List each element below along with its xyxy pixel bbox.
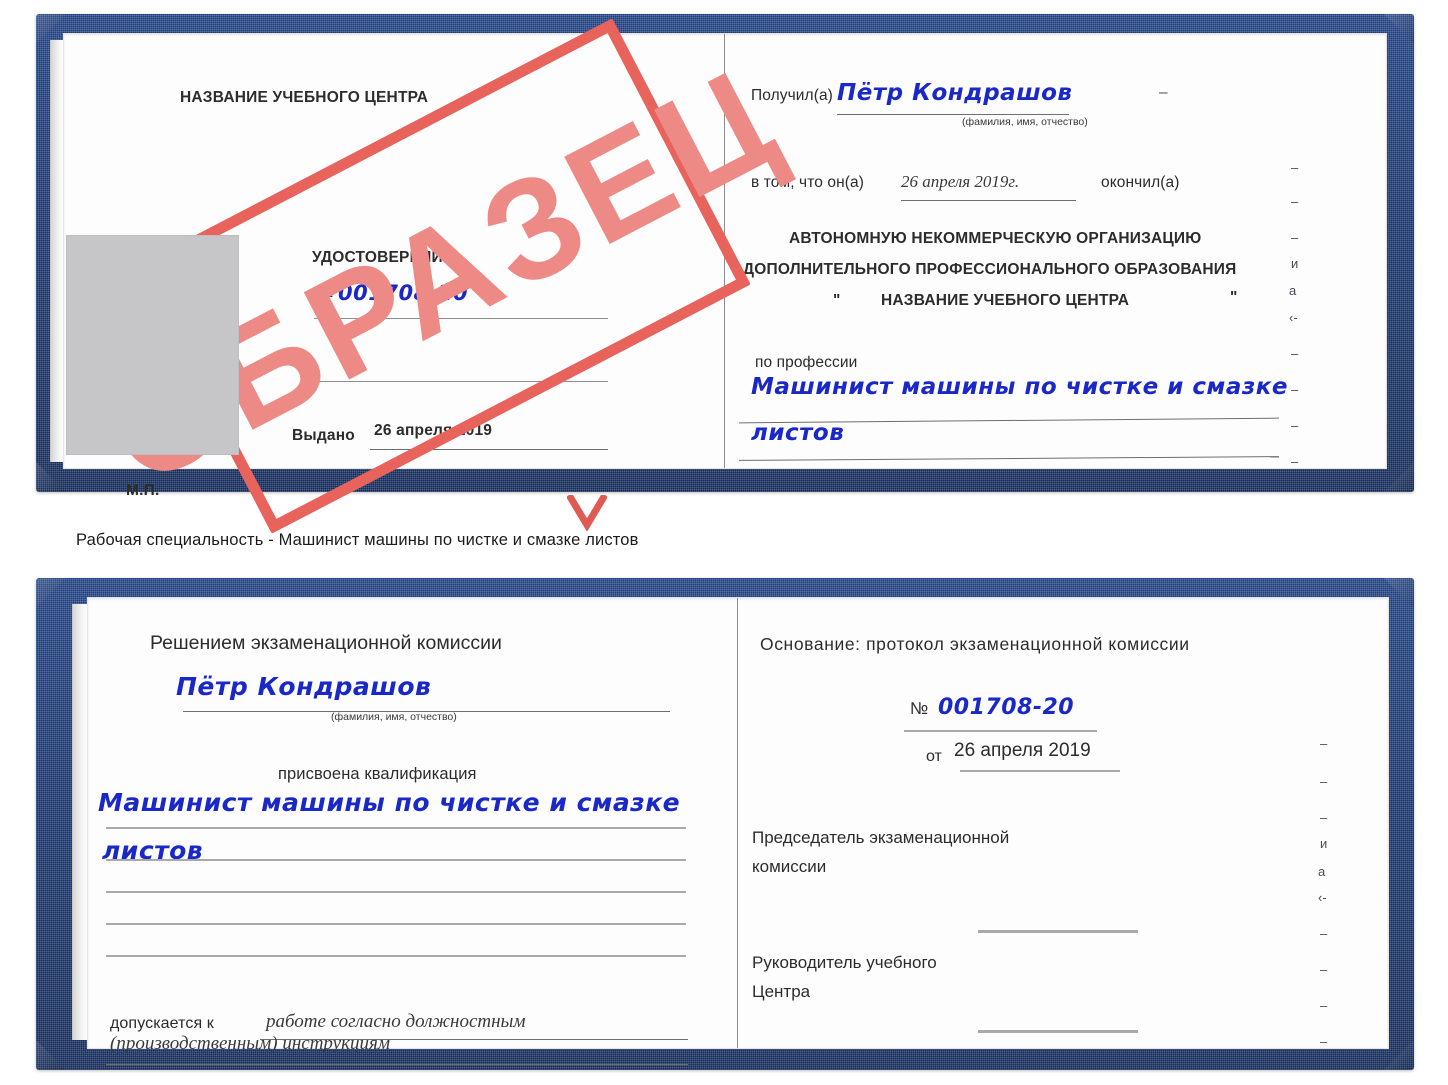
- certificate-bottom-right-page: Основание: протокол экзаменационной коми…: [738, 598, 1388, 1049]
- edge-fragment: –: [1320, 736, 1328, 751]
- qualification-line-1: Машинист машины по чистке и смазке: [98, 788, 681, 817]
- completion-date-rule: [901, 200, 1076, 201]
- org-line-2: ДОПОЛНИТЕЛЬНОГО ПРОФЕССИОНАЛЬНОГО ОБРАЗО…: [743, 261, 1237, 278]
- edge-fragment: –: [1291, 382, 1299, 397]
- number-prefix: №: [316, 284, 334, 301]
- name-hint: (фамилия, имя, отчество): [331, 711, 457, 723]
- edge-fragment: –: [1291, 454, 1299, 469]
- basis-label: Основание: протокол экзаменационной коми…: [760, 634, 1190, 654]
- certificate-top-pages: НАЗВАНИЕ УЧЕБНОГО ЦЕНТРА УДОСТОВЕРЕНИЕ №…: [64, 18, 1386, 534]
- chair-label-line-2: комиссии: [752, 857, 827, 876]
- certificate-top-right-page: Получил(а) Пётр Кондрашов (фамилия, имя,…: [725, 34, 1386, 469]
- edge-fragment: и: [1291, 256, 1299, 271]
- issued-date: 26 апреля 2019: [374, 422, 493, 439]
- recipient-name-rule: [837, 114, 1069, 115]
- edge-fragment: ‹-: [1289, 310, 1298, 325]
- completion-date: 26 апреля 2019г.: [901, 172, 1020, 191]
- edge-fragment: –: [1320, 998, 1328, 1013]
- edge-fragment: –: [1291, 418, 1299, 433]
- qualification-rule-5: [106, 955, 686, 957]
- protocol-date-rule: [960, 770, 1120, 772]
- org-line-3: НАЗВАНИЕ УЧЕБНОГО ЦЕНТРА: [881, 292, 1130, 309]
- head-label-line-1: Руководитель учебного: [752, 953, 937, 972]
- decision-title: Решением экзаменационной комиссии: [150, 632, 502, 654]
- cover-corner-flap-bottom-left: [36, 1040, 66, 1070]
- blank-rule-1: [314, 381, 608, 382]
- edge-fragment: ‹-: [1318, 890, 1327, 905]
- received-label: Получил(а): [751, 87, 833, 104]
- edge-fragment: –: [1291, 230, 1299, 245]
- edge-fragment: –: [1320, 810, 1328, 825]
- certificate-bottom-pages: Решением экзаменационной комиссии Пётр К…: [88, 598, 1388, 1065]
- name-hint: (фамилия, имя, отчество): [962, 116, 1088, 128]
- cover-corner-flap-top-left: [36, 578, 66, 608]
- edge-fragment: –: [1320, 1034, 1328, 1049]
- qualification-label: присвоена квалификация: [278, 765, 477, 783]
- allowed-rule-2: [106, 1064, 688, 1065]
- protocol-number: 001708-20: [938, 695, 1075, 720]
- edge-fragment: –: [1320, 962, 1328, 977]
- profession-value-line-1: Машинист машины по чистке и смазке: [751, 374, 1288, 400]
- qualification-rule-2: [106, 859, 686, 861]
- issued-date-rule: [370, 449, 608, 450]
- graduate-name: Пётр Кондрашов: [176, 672, 432, 701]
- cover-corner-flap-bottom-right: [1384, 462, 1414, 492]
- page-stack-edge: [72, 604, 88, 1040]
- qualification-rule-4: [106, 923, 686, 925]
- allowed-value-line-2: (производственным) инструкциям: [110, 1033, 390, 1054]
- certificate-bottom: Решением экзаменационной комиссии Пётр К…: [36, 578, 1414, 1070]
- in-that-label: в том, что он(а): [751, 174, 865, 191]
- number-rule: [314, 318, 608, 319]
- head-signature-rule: [978, 1030, 1138, 1033]
- edge-fragment: –: [1291, 160, 1299, 175]
- issued-label: Выдано: [292, 427, 355, 444]
- page-caption: Рабочая специальность - Машинист машины …: [76, 531, 639, 549]
- allowed-label: допускается к: [110, 1015, 214, 1032]
- protocol-number-rule: [904, 730, 1097, 732]
- finished-label: окончил(а): [1101, 174, 1180, 191]
- profession-value-line-2: листов: [751, 420, 845, 446]
- seal-label: М.П.: [126, 482, 160, 499]
- protocol-number-prefix: №: [910, 699, 929, 718]
- document-type: УДОСТОВЕРЕНИЕ: [312, 249, 454, 266]
- edge-fragment: –: [1320, 774, 1328, 789]
- org-title: НАЗВАНИЕ УЧЕБНОГО ЦЕНТРА: [180, 89, 429, 106]
- certificate-top: НАЗВАНИЕ УЧЕБНОГО ЦЕНТРА УДОСТОВЕРЕНИЕ №…: [36, 14, 1414, 534]
- certificate-top-left-page: НАЗВАНИЕ УЧЕБНОГО ЦЕНТРА УДОСТОВЕРЕНИЕ №…: [64, 18, 803, 534]
- edge-fragment: и: [1320, 836, 1328, 851]
- cover-corner-flap-top-right: [1384, 578, 1414, 608]
- edge-fragment: –: [1291, 194, 1299, 209]
- photo-placeholder: [66, 235, 239, 455]
- qualification-rule-1: [106, 827, 686, 829]
- certificate-number: 001708-20: [338, 281, 469, 305]
- edge-fragment: –: [1291, 346, 1299, 361]
- chair-label-line-1: Председатель экзаменационной: [752, 828, 1010, 847]
- edge-fragment: а: [1318, 864, 1326, 879]
- cover-corner-flap-bottom-left: [36, 462, 66, 492]
- org-quote-close: ": [1230, 289, 1238, 306]
- edge-fragment: –: [1320, 926, 1328, 941]
- protocol-date: 26 апреля 2019: [954, 740, 1091, 761]
- protocol-date-prefix: от: [926, 748, 942, 765]
- cover-corner-flap-bottom-right: [1384, 1040, 1414, 1070]
- org-line-1: АВТОНОМНУЮ НЕКОММЕРЧЕСКУЮ ОРГАНИЗАЦИЮ: [789, 230, 1202, 247]
- cover-corner-flap-top-right: [1384, 14, 1414, 44]
- org-quote-open: ": [833, 292, 841, 309]
- head-label-line-2: Центра: [752, 982, 811, 1001]
- profession-label: по профессии: [755, 354, 858, 371]
- allowed-value-line-1: работе согласно должностным: [266, 1011, 526, 1032]
- edge-dash-top: –: [1159, 84, 1168, 101]
- edge-fragment: а: [1289, 283, 1297, 298]
- screenshot-canvas: НАЗВАНИЕ УЧЕБНОГО ЦЕНТРА УДОСТОВЕРЕНИЕ №…: [0, 0, 1448, 1085]
- recipient-name: Пётр Кондрашов: [837, 80, 1073, 106]
- red-check-icon: [567, 495, 607, 531]
- chair-signature-rule: [978, 930, 1138, 933]
- profession-rule-2: [739, 456, 1279, 461]
- page-stack-edge: [50, 40, 64, 462]
- certificate-bottom-left-page: Решением экзаменационной комиссии Пётр К…: [88, 598, 738, 1065]
- qualification-rule-3: [106, 891, 686, 893]
